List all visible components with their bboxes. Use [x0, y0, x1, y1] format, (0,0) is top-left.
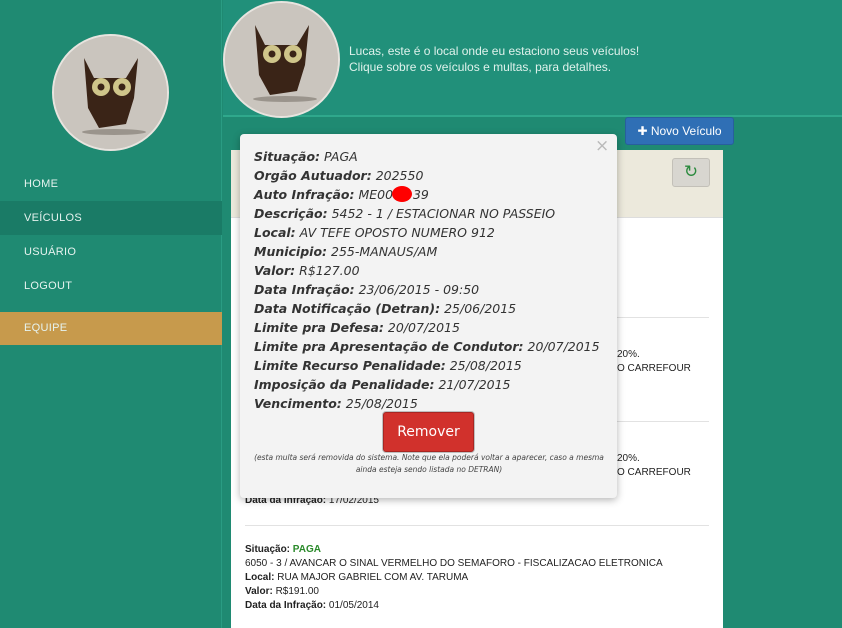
sidebar-item-logout[interactable]: LOGOUT — [0, 269, 222, 303]
sidebar-item-usuario[interactable]: USUÁRIO — [0, 235, 222, 269]
row-value: 21/07/2015 — [438, 377, 511, 392]
row-label: Data Notificação (Detran): — [254, 301, 441, 316]
descricao-line: 6050 - 3 / AVANCAR O SINAL VERMELHO DO S… — [245, 558, 663, 569]
sidebar-item-label: EQUIPE — [24, 322, 68, 334]
row-value: 202550 — [375, 168, 424, 183]
modal-row-descricao: Descrição: 5452 - 1 / ESTACIONAR NO PASS… — [254, 206, 555, 221]
owl-avatar-header — [223, 1, 340, 118]
row-value: R$127.00 — [299, 263, 360, 278]
row-label: Data Infração: — [254, 282, 355, 297]
row-label: Limite pra Defesa: — [254, 320, 384, 335]
row-value: 23/06/2015 - 09:50 — [358, 282, 480, 297]
row-label: Vencimento: — [254, 396, 342, 411]
header-message: Lucas, este é o local onde eu estaciono … — [349, 43, 639, 75]
row-label: Orgão Autuador: — [254, 168, 372, 183]
refresh-icon: ↻ — [683, 162, 699, 182]
row-value: 20/07/2015 — [387, 320, 460, 335]
header-line-1: Lucas, este é o local onde eu estaciono … — [349, 44, 640, 58]
remover-note: (esta multa será removida do sistema. No… — [254, 453, 604, 474]
modal-row-situacao: Situação: PAGA — [254, 149, 358, 164]
modal-row-local: Local: AV TEFE OPOSTO NUMERO 912 — [254, 225, 495, 240]
modal-row-imposicao: Imposição da Penalidade: 21/07/2015 — [254, 377, 511, 392]
valor-label: Valor: — [245, 586, 273, 597]
data-line: Data da Infração: 01/05/2014 — [245, 600, 379, 611]
data-label: Data da Infração: — [245, 600, 327, 611]
sidebar-item-home[interactable]: HOME — [0, 167, 222, 201]
sidebar-item-veiculos[interactable]: VEÍCULOS — [0, 201, 222, 235]
row-label: Descrição: — [254, 206, 328, 221]
refresh-button[interactable]: ↻ — [672, 158, 710, 187]
valor-line: Valor: R$191.00 — [245, 586, 319, 597]
partial-text: 20%. — [617, 349, 640, 360]
local-label: Local: — [245, 572, 275, 583]
novo-veiculo-label: Novo Veículo — [650, 124, 722, 138]
row-value: AV TEFE OPOSTO NUMERO 912 — [299, 225, 495, 240]
situacao-line: Situação: PAGA — [245, 544, 321, 555]
partial-text: 20%. — [617, 453, 640, 464]
divider — [245, 525, 709, 526]
modal-row-data-infracao: Data Infração: 23/06/2015 - 09:50 — [254, 282, 479, 297]
modal-row-vencimento: Vencimento: 25/08/2015 — [254, 396, 418, 411]
modal-row-valor: Valor: R$127.00 — [254, 263, 360, 278]
partial-text: O CARREFOUR — [617, 363, 691, 374]
modal-row-limite-defesa: Limite pra Defesa: 20/07/2015 — [254, 320, 460, 335]
row-value: 25/06/2015 — [444, 301, 517, 316]
modal-row-data-notificacao: Data Notificação (Detran): 25/06/2015 — [254, 301, 516, 316]
row-value: PAGA — [324, 149, 358, 164]
sidebar-item-label: VEÍCULOS — [24, 212, 83, 224]
situacao-label: Situação: — [245, 544, 291, 555]
status-badge: PAGA — [292, 544, 321, 555]
local-value: RUA MAJOR GABRIEL COM AV. TARUMA — [277, 572, 469, 583]
redaction-mark — [392, 186, 412, 202]
sidebar-item-label: LOGOUT — [24, 280, 73, 292]
sidebar-item-label: HOME — [24, 178, 59, 190]
row-value: 5452 - 1 / ESTACIONAR NO PASSEIO — [331, 206, 556, 221]
close-icon[interactable]: × — [595, 136, 609, 156]
row-value: 255-MANAUS/AM — [331, 244, 438, 259]
modal-row-orgao: Orgão Autuador: 202550 — [254, 168, 423, 183]
row-label: Valor: — [254, 263, 296, 278]
partial-text: O CARREFOUR — [617, 467, 691, 478]
row-value: 20/07/2015 — [527, 339, 600, 354]
sidebar-item-label: USUÁRIO — [24, 246, 77, 258]
remover-button[interactable]: Remover — [383, 412, 474, 452]
row-label: Local: — [254, 225, 296, 240]
modal-row-municipio: Municipio: 255-MANAUS/AM — [254, 244, 437, 259]
data-value: 01/05/2014 — [328, 600, 379, 611]
row-value: 25/08/2015 — [345, 396, 418, 411]
row-label: Limite pra Apresentação de Condutor: — [254, 339, 524, 354]
row-label: Auto Infração: — [254, 187, 355, 202]
novo-veiculo-button[interactable]: ✚ Novo Veículo — [625, 117, 734, 145]
owl-avatar — [52, 34, 169, 151]
row-label: Situação: — [254, 149, 321, 164]
sidebar-item-equipe[interactable]: EQUIPE — [0, 312, 222, 345]
row-value: 25/08/2015 — [449, 358, 522, 373]
header-line-2: Clique sobre os veículos e multas, para … — [349, 60, 612, 74]
row-label: Municipio: — [254, 244, 328, 259]
modal-row-limite-recurso: Limite Recurso Penalidade: 25/08/2015 — [254, 358, 522, 373]
row-label: Limite Recurso Penalidade: — [254, 358, 446, 373]
local-line: Local: RUA MAJOR GABRIEL COM AV. TARUMA — [245, 572, 468, 583]
plus-icon: ✚ — [637, 124, 648, 138]
modal-row-limite-condutor: Limite pra Apresentação de Condutor: 20/… — [254, 339, 600, 354]
row-label: Imposição da Penalidade: — [254, 377, 435, 392]
valor-value: R$191.00 — [275, 586, 319, 597]
